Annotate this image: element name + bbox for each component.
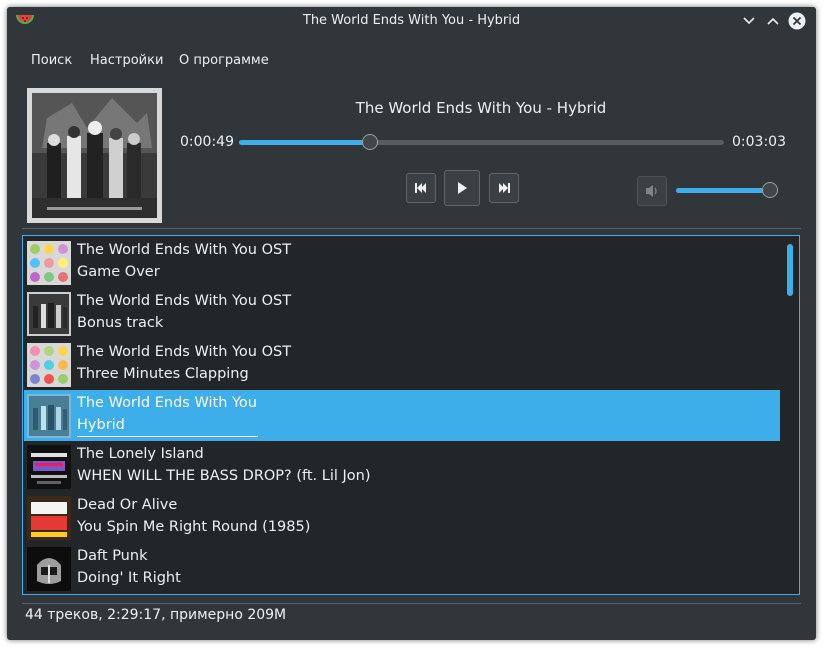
previous-track-button[interactable]: [406, 173, 436, 203]
track-artist: The World Ends With You: [77, 395, 257, 411]
total-duration: 0:03:03: [732, 134, 786, 150]
track-artist: The Lonely Island: [77, 446, 204, 462]
track-title: Bonus track: [77, 315, 164, 331]
playlist-item[interactable]: The World Ends With You OST Three Minute…: [24, 339, 780, 390]
playlist-item-selected[interactable]: The World Ends With You Hybrid: [24, 390, 780, 441]
title-bar: The World Ends With You - Hybrid: [7, 7, 816, 35]
play-icon: [458, 182, 467, 194]
track-artist: The World Ends With You OST: [77, 242, 292, 258]
track-title: Doing' It Right: [77, 570, 181, 586]
playlist-item[interactable]: The Lonely Island WHEN WILL THE BASS DRO…: [24, 441, 780, 492]
album-cover-image: [27, 88, 162, 223]
app-window: The World Ends With You - Hybrid Поиск Н…: [7, 7, 816, 640]
divider: [22, 228, 801, 229]
album-thumbnail: [27, 547, 71, 591]
track-title: Three Minutes Clapping: [77, 366, 249, 382]
playlist-item[interactable]: The World Ends With You OST Game Over: [24, 237, 780, 288]
menu-bar: Поиск Настройки О программе: [7, 51, 816, 73]
volume-slider-fill: [676, 188, 771, 193]
track-artist: The World Ends With You OST: [77, 293, 292, 309]
album-thumbnail: [27, 292, 71, 336]
menu-item-settings[interactable]: Настройки: [90, 53, 163, 68]
album-thumbnail: [27, 445, 71, 489]
seek-slider-fill: [239, 140, 370, 145]
speaker-icon: [646, 185, 657, 197]
album-thumbnail: [27, 241, 71, 285]
track-title-editor[interactable]: Hybrid: [77, 417, 125, 433]
skip-forward-icon: [499, 183, 510, 193]
window-title: The World Ends With You - Hybrid: [302, 13, 521, 28]
divider: [22, 603, 801, 604]
volume-slider[interactable]: [676, 188, 773, 193]
track-artist: Daft Punk: [77, 548, 148, 564]
album-thumbnail: [27, 343, 71, 387]
elapsed-time: 0:00:49: [180, 134, 234, 150]
playlist-item[interactable]: Dead Or Alive You Spin Me Right Round (1…: [24, 492, 780, 543]
minimize-chevron-down-icon[interactable]: [740, 12, 758, 30]
volume-slider-handle[interactable]: [762, 182, 779, 198]
playlist-scrollbar[interactable]: [787, 244, 793, 296]
inline-edit-underline: [77, 436, 258, 437]
playlist-item[interactable]: The World Ends With You OST Bonus track: [24, 288, 780, 339]
album-thumbnail: [27, 394, 71, 438]
playlist[interactable]: The World Ends With You OST Game Over Th…: [22, 235, 800, 595]
playlist-rows: The World Ends With You OST Game Over Th…: [24, 237, 780, 594]
menu-item-search[interactable]: Поиск: [31, 53, 72, 68]
skip-back-icon: [415, 183, 426, 193]
now-playing-title: The World Ends With You - Hybrid: [355, 99, 607, 117]
album-thumbnail: [27, 496, 71, 540]
track-title: You Spin Me Right Round (1985): [77, 519, 311, 535]
status-bar-summary: 44 треков, 2:29:17, примерно 209M: [25, 607, 287, 623]
playlist-item[interactable]: Daft Punk Doing' It Right: [24, 543, 780, 594]
track-title: Game Over: [77, 264, 160, 280]
track-title: WHEN WILL THE BASS DROP? (ft. Lil Jon): [77, 468, 371, 484]
maximize-chevron-up-icon[interactable]: [764, 12, 782, 30]
track-artist: Dead Or Alive: [77, 497, 178, 513]
play-button[interactable]: [444, 170, 480, 206]
seek-slider-handle[interactable]: [361, 134, 378, 150]
track-artist: The World Ends With You OST: [77, 344, 292, 360]
menu-item-about[interactable]: О программе: [179, 53, 269, 68]
close-icon[interactable]: [788, 12, 806, 30]
next-track-button[interactable]: [489, 173, 519, 203]
mute-button[interactable]: [637, 176, 667, 206]
seek-slider[interactable]: [239, 140, 724, 145]
